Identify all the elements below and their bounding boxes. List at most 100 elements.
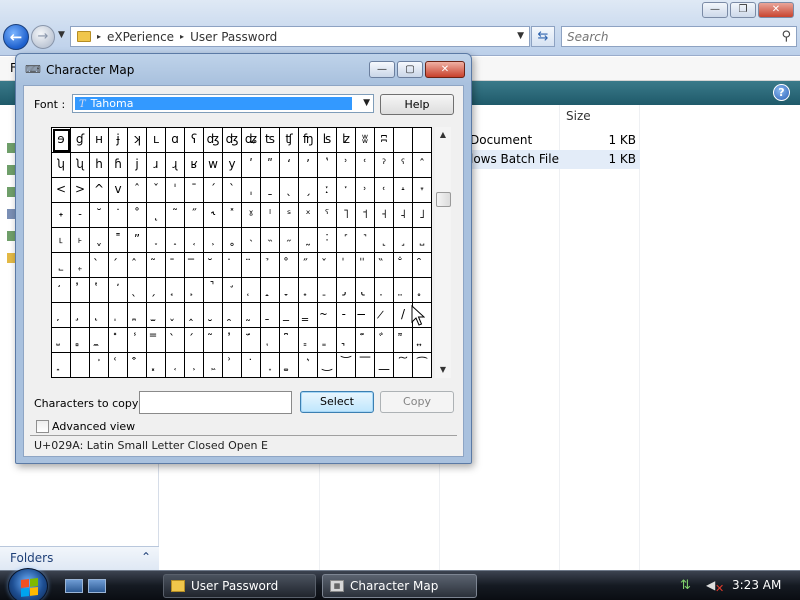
character-cell[interactable]: ͅ — [261, 328, 280, 353]
character-cell[interactable]: w — [204, 153, 223, 178]
character-cell[interactable]: ˸ — [318, 228, 337, 253]
character-cell[interactable]: ͞ — [356, 353, 375, 378]
character-cell[interactable]: ̛ — [223, 278, 242, 303]
chevron-down-icon[interactable]: ▼ — [363, 98, 370, 108]
chevron-right-icon[interactable]: ▸ — [97, 32, 101, 41]
advanced-view-checkbox[interactable] — [36, 420, 49, 433]
character-cell[interactable]: ́ — [185, 328, 204, 353]
character-cell[interactable]: ̘ — [166, 278, 185, 303]
close-button[interactable]: ✕ — [758, 2, 794, 18]
character-cell[interactable]: ɦ — [109, 153, 128, 178]
character-cell[interactable]: ̧ — [71, 303, 90, 328]
character-cell[interactable]: < — [52, 178, 71, 203]
scroll-down-icon[interactable]: ▼ — [435, 362, 451, 378]
character-cell[interactable]: ̴ — [318, 303, 337, 328]
character-cell[interactable]: ̲ — [280, 303, 299, 328]
character-cell[interactable]: ^ — [90, 178, 109, 203]
character-cell[interactable]: ̼ — [90, 328, 109, 353]
character-cell[interactable]: ˜ — [166, 203, 185, 228]
character-cell[interactable]: ̽ — [109, 328, 128, 353]
character-cell[interactable]: j — [128, 153, 147, 178]
character-cell[interactable]: ˳ — [223, 228, 242, 253]
character-grid[interactable]: ɘ ɠ ʜ ɉ ʞ ʟ ɑ ʕ ʤ ʤ ʥ ʦ ʧ ʩ ʪ ʫ ʬ ʭ ʮ ʯ h ɦ j ɹ ɻ ʁ w y ʹ ʺ ʻ ʼ ʽ ʾ ʿ ˀ ˁ ˆ < >… — [51, 127, 432, 378]
character-cell[interactable]: ̷ — [375, 303, 394, 328]
select-button[interactable]: Select — [300, 391, 374, 413]
character-cell[interactable]: ˉ — [185, 178, 204, 203]
character-cell[interactable]: ̟ — [299, 278, 318, 303]
character-cell[interactable]: ͍ — [413, 328, 432, 353]
character-cell[interactable]: ʾ — [337, 153, 356, 178]
character-cell[interactable]: ˍ — [261, 178, 280, 203]
font-select[interactable]: T Tahoma ▼ — [72, 94, 374, 113]
character-cell[interactable]: ˰ — [166, 228, 185, 253]
breadcrumb-segment[interactable]: User Password — [190, 30, 277, 44]
character-cell[interactable]: ̓ — [223, 328, 242, 353]
character-cell[interactable]: ˝ — [185, 203, 204, 228]
character-cell[interactable]: ͑ — [109, 353, 128, 378]
character-cell[interactable]: ͠ — [394, 353, 413, 378]
character-cell[interactable]: ̠ — [318, 278, 337, 303]
character-cell[interactable]: ̔ — [90, 278, 109, 303]
character-cell[interactable]: ˼ — [394, 228, 413, 253]
search-icon[interactable]: ⚲ — [781, 29, 791, 44]
advanced-view-label[interactable]: Advanced view — [52, 420, 135, 433]
character-cell[interactable]: ̥ — [413, 278, 432, 303]
character-cell[interactable]: ͛ — [299, 353, 318, 378]
character-cell[interactable]: y — [223, 153, 242, 178]
character-cell[interactable]: ˈ — [166, 178, 185, 203]
switch-windows-icon[interactable] — [88, 579, 106, 593]
character-cell[interactable]: ʬ — [356, 128, 375, 153]
character-cell[interactable]: ̆ — [204, 253, 223, 278]
start-button[interactable] — [8, 568, 48, 600]
character-cell[interactable]: ˟ — [223, 203, 242, 228]
character-cell[interactable]: ʻ — [280, 153, 299, 178]
character-cell[interactable]: ̬ — [166, 303, 185, 328]
character-cell[interactable]: ͂ — [204, 328, 223, 353]
character-cell[interactable]: ̱ — [261, 303, 280, 328]
maximize-button[interactable]: ▢ — [397, 61, 423, 78]
character-cell[interactable]: ˭ — [109, 228, 128, 253]
scroll-thumb[interactable] — [436, 192, 451, 207]
character-cell[interactable]: ̫ — [147, 303, 166, 328]
character-cell[interactable]: ̿ — [147, 328, 166, 353]
character-cell[interactable]: ͟ — [375, 353, 394, 378]
character-cell[interactable]: ̐ — [394, 253, 413, 278]
character-cell[interactable]: ˖ — [52, 203, 71, 228]
character-cell[interactable]: ̓ — [71, 278, 90, 303]
character-cell[interactable]: ʽ — [318, 153, 337, 178]
character-cell[interactable]: ̏ — [375, 253, 394, 278]
character-cell[interactable]: ͡ — [413, 353, 432, 378]
character-cell[interactable]: ˥ — [337, 203, 356, 228]
character-cell[interactable]: ̉ — [261, 253, 280, 278]
character-cell[interactable]: ͈ — [318, 328, 337, 353]
character-cell[interactable]: ͌ — [394, 328, 413, 353]
character-cell[interactable]: ˛ — [147, 203, 166, 228]
character-cell[interactable]: ˾ — [52, 253, 71, 278]
character-cell[interactable]: ̩ — [109, 303, 128, 328]
character-cell[interactable]: ˽ — [413, 228, 432, 253]
character-cell[interactable]: ʼ — [299, 153, 318, 178]
character-cell[interactable]: ˋ — [223, 178, 242, 203]
character-cell[interactable]: ̳ — [299, 303, 318, 328]
character-cell[interactable]: ̞ — [280, 278, 299, 303]
character-cell[interactable]: ˮ — [128, 228, 147, 253]
folders-toggle[interactable]: Folders ⌃ — [0, 546, 159, 570]
character-cell[interactable]: ̂ — [128, 253, 147, 278]
character-cell[interactable]: ˡ — [261, 203, 280, 228]
refresh-button[interactable]: ⇆ — [531, 26, 555, 47]
character-cell[interactable]: ˇ — [147, 178, 166, 203]
character-cell[interactable]: ʩ — [299, 128, 318, 153]
character-cell[interactable]: ̪ — [128, 303, 147, 328]
character-cell[interactable]: ˆ — [128, 178, 147, 203]
character-cell[interactable]: ̍ — [337, 253, 356, 278]
character-cell[interactable]: ˗ — [71, 203, 90, 228]
character-cell[interactable]: ˦ — [356, 203, 375, 228]
character-cell[interactable]: ˹ — [337, 228, 356, 253]
character-cell[interactable]: ͎ — [52, 353, 71, 378]
character-cell[interactable]: ˲ — [204, 228, 223, 253]
font-select-value[interactable]: T Tahoma — [75, 97, 352, 110]
character-cell[interactable]: ̙ — [185, 278, 204, 303]
character-cell[interactable]: ˤ — [318, 203, 337, 228]
character-cell[interactable]: ̖ — [128, 278, 147, 303]
help-icon[interactable]: ? — [773, 84, 790, 101]
